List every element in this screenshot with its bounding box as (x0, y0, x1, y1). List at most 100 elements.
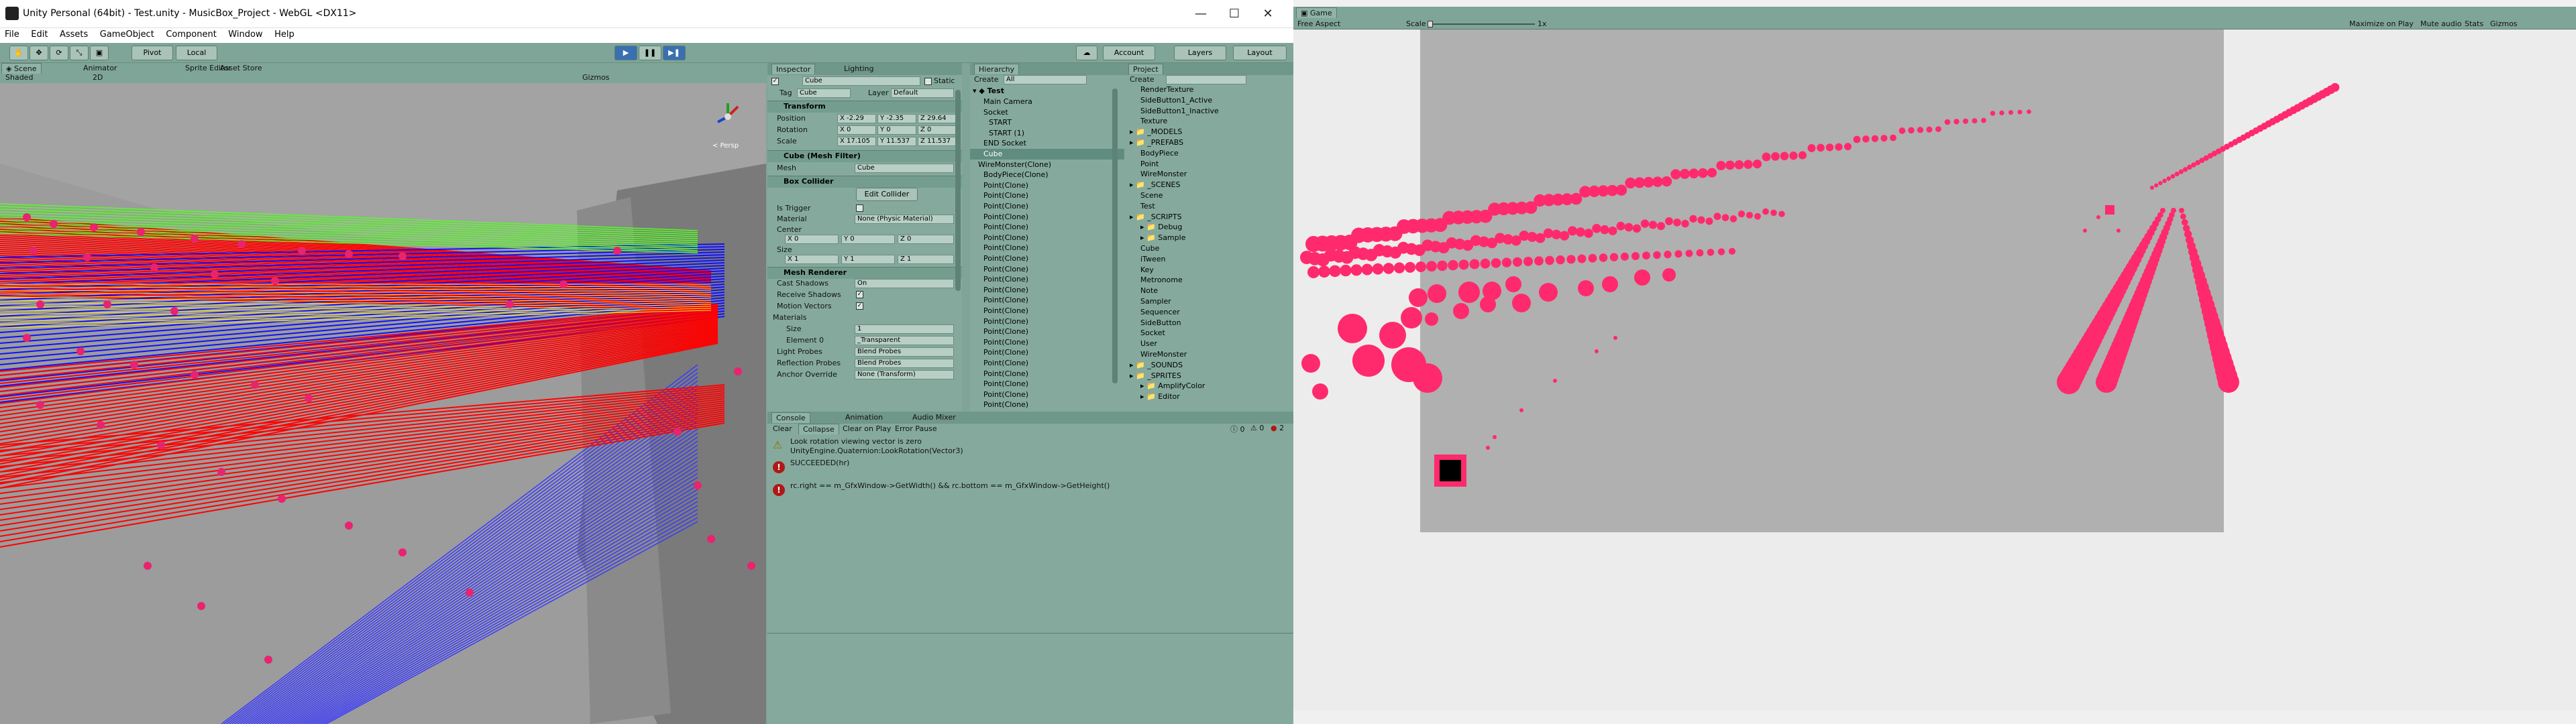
maximize-button[interactable]: ☐ (1221, 4, 1248, 24)
project-create-button[interactable]: Create (1130, 75, 1155, 84)
menu-assets[interactable]: Assets (55, 28, 93, 41)
collider-material-field[interactable]: None (Physic Material) (855, 215, 954, 224)
hierarchy-item[interactable]: Point(Clone) (970, 222, 1131, 233)
project-folder[interactable]: ▸ 📁 AmplifyColor (1140, 381, 1205, 391)
console-entry-2[interactable]: ! rc.right == m_GfxWindow->GetWidth() &&… (767, 479, 1293, 500)
light-probes-dropdown[interactable]: Blend Probes (855, 347, 954, 357)
box-collider-header[interactable]: Box Collider (767, 176, 962, 188)
menu-component[interactable]: Component (161, 28, 221, 41)
hierarchy-item[interactable]: Point(Clone) (970, 201, 1131, 212)
log-count-info[interactable]: ⓘ 0 (1230, 424, 1245, 434)
center-z-field[interactable]: Z 0 (898, 235, 954, 244)
menu-edit[interactable]: Edit (26, 28, 52, 41)
hierarchy-scene-root[interactable]: ▾ ◆ Test (970, 86, 1131, 97)
mute-audio-toggle[interactable]: Mute audio (2420, 19, 2462, 28)
project-folder[interactable]: ▸ 📁 Sample (1140, 233, 1185, 243)
tab-animation[interactable]: Animation (841, 412, 887, 423)
motion-vectors-checkbox[interactable]: ✓ (856, 302, 863, 310)
hierarchy-item[interactable]: Point(Clone) (970, 400, 1131, 410)
project-asset[interactable]: SideButton (1140, 318, 1181, 328)
project-asset[interactable]: Test (1140, 201, 1155, 212)
center-x-field[interactable]: X 0 (785, 235, 839, 244)
is-trigger-checkbox[interactable] (856, 204, 863, 212)
hierarchy-item[interactable]: Point(Clone) (970, 212, 1131, 223)
project-asset[interactable]: SideButton1_Active (1140, 95, 1212, 106)
step-button[interactable]: ▶❚ (663, 46, 686, 60)
project-folder[interactable]: ▸ 📁 _SPRITES (1130, 371, 1181, 381)
transform-header[interactable]: Transform (767, 101, 962, 113)
position-x-field[interactable]: X -2.29 (837, 114, 876, 123)
scene-viewport[interactable]: < Persp (0, 83, 766, 724)
hierarchy-item[interactable]: START (970, 117, 1131, 128)
hierarchy-item[interactable]: Point(Clone) (970, 337, 1131, 348)
tab-hierarchy[interactable]: Hierarchy (974, 64, 1020, 74)
log-count-warning[interactable]: ⚠ 0 (1250, 424, 1264, 432)
rotation-z-field[interactable]: Z 0 (918, 125, 958, 135)
menu-help[interactable]: Help (270, 28, 299, 41)
console-collapse-button[interactable]: Collapse (798, 424, 839, 434)
close-button[interactable]: ✕ (1254, 4, 1281, 24)
pause-button[interactable]: ❚❚ (639, 46, 661, 60)
rotate-tool-icon[interactable]: ⟳ (50, 46, 68, 60)
layer-dropdown[interactable]: Default (891, 88, 954, 98)
receive-shadows-checkbox[interactable]: ✓ (856, 291, 863, 298)
hierarchy-item[interactable]: Point(Clone) (970, 190, 1131, 201)
tab-console[interactable]: Console (771, 412, 810, 423)
hierarchy-item[interactable]: START (1) (970, 128, 1131, 139)
game-viewport[interactable] (1293, 29, 2576, 711)
mesh-renderer-header[interactable]: Mesh Renderer (767, 267, 962, 279)
scale-tool-icon[interactable]: ⤡ (70, 46, 89, 60)
scale-slider[interactable] (1428, 23, 1535, 25)
object-name-field[interactable]: Cube (802, 76, 920, 86)
hierarchy-item[interactable]: END Socket (970, 138, 1131, 149)
maximize-on-play-toggle[interactable]: Maximize on Play (2349, 19, 2414, 28)
hierarchy-item[interactable]: Point(Clone) (970, 347, 1131, 358)
mesh-field[interactable]: Cube (855, 164, 954, 173)
menu-gameobject[interactable]: GameObject (95, 28, 159, 41)
play-button[interactable]: ▶ (614, 46, 637, 60)
project-asset[interactable]: iTween (1140, 254, 1165, 265)
tab-game[interactable]: ▣ Game (1296, 7, 1337, 18)
static-checkbox[interactable] (924, 78, 932, 85)
hierarchy-item[interactable]: Point(Clone) (970, 253, 1131, 264)
hierarchy-item[interactable]: Main Camera (970, 97, 1131, 107)
mode-2d-toggle[interactable]: 2D (89, 72, 107, 83)
project-asset[interactable]: Sampler (1140, 296, 1171, 307)
project-asset[interactable]: Sequencer (1140, 307, 1180, 318)
scale-z-field[interactable]: Z 11.537 (918, 137, 958, 146)
hierarchy-item[interactable]: Point(Clone) (970, 243, 1131, 253)
hierarchy-item[interactable]: BodyPiece(Clone) (970, 170, 1131, 180)
tag-dropdown[interactable]: Cube (797, 88, 851, 98)
gizmos-toggle[interactable]: Gizmos (2490, 19, 2518, 28)
hierarchy-item[interactable]: Point(Clone) (970, 233, 1131, 243)
position-y-field[interactable]: Y -2.35 (877, 114, 916, 123)
hand-tool-icon[interactable]: ✋ (9, 46, 28, 60)
project-asset[interactable]: Point (1140, 159, 1159, 170)
log-count-error[interactable]: ● 2 (1271, 424, 1284, 432)
project-asset[interactable]: Scene (1140, 190, 1163, 201)
project-folder[interactable]: ▸ 📁 _SCRIPTS (1130, 212, 1182, 223)
mesh-filter-header[interactable]: Cube (Mesh Filter) (767, 150, 962, 162)
gizmos-dropdown[interactable]: Gizmos (578, 72, 614, 83)
anchor-override-field[interactable]: None (Transform) (855, 370, 954, 379)
project-asset[interactable]: SideButton1_Inactive (1140, 106, 1219, 117)
stats-toggle[interactable]: Stats (2465, 19, 2483, 28)
project-asset[interactable]: Texture (1140, 116, 1167, 127)
project-folder[interactable]: ▸ 📁 _SOUNDS (1130, 360, 1183, 371)
hierarchy-search-input[interactable]: All (1004, 75, 1087, 84)
local-button[interactable]: Local (176, 46, 217, 60)
size-x-field[interactable]: X 1 (785, 255, 839, 264)
hierarchy-item[interactable]: Point(Clone) (970, 358, 1131, 369)
console-clear-on-play-button[interactable]: Clear on Play (839, 424, 895, 434)
hierarchy-item[interactable]: Point(Clone) (970, 180, 1131, 191)
materials-size-field[interactable]: 1 (855, 324, 954, 334)
menu-window[interactable]: Window (223, 28, 267, 41)
rect-tool-icon[interactable]: ▣ (90, 46, 109, 60)
hierarchy-create-button[interactable]: Create (974, 75, 999, 84)
tab-asset-store[interactable]: Asset Store (216, 63, 266, 74)
project-asset[interactable]: Socket (1140, 328, 1165, 339)
center-y-field[interactable]: Y 0 (841, 235, 895, 244)
project-folder[interactable]: ▸ 📁 Editor (1140, 391, 1180, 402)
hierarchy-item[interactable]: Point(Clone) (970, 389, 1131, 400)
hierarchy-item[interactable]: Socket (970, 107, 1131, 118)
